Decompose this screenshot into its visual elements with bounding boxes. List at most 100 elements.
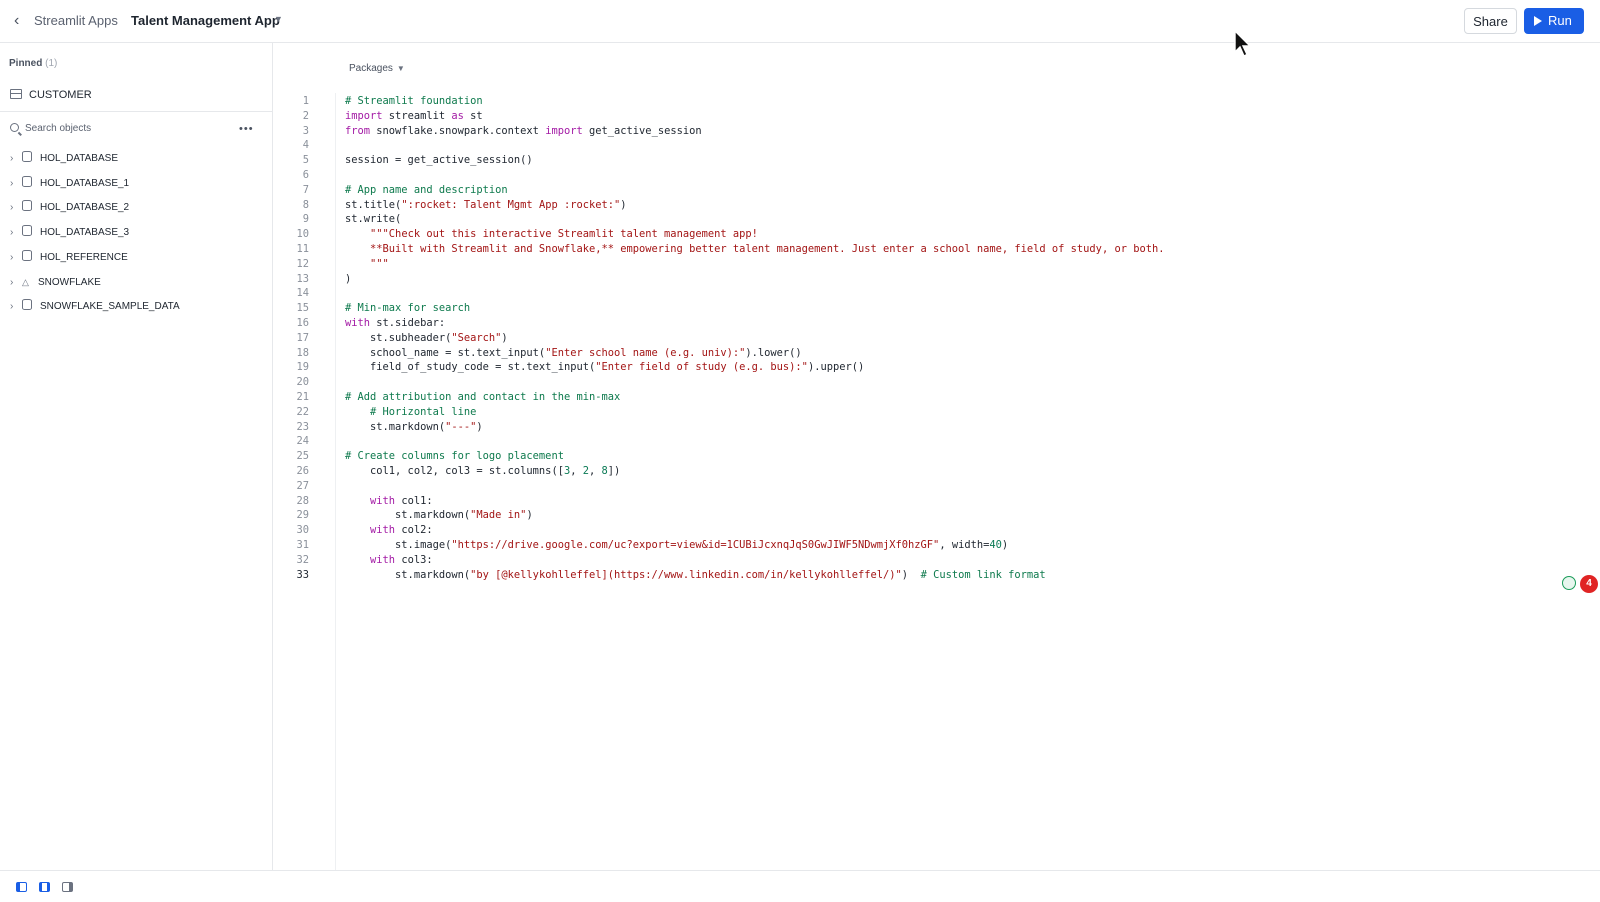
line-number: 33 bbox=[296, 568, 309, 581]
line-number: 3 bbox=[302, 124, 309, 137]
search-objects-input[interactable] bbox=[25, 123, 205, 134]
search-icon bbox=[10, 123, 19, 132]
more-options-icon[interactable]: ••• bbox=[239, 123, 254, 135]
code-line[interactable]: # App name and description bbox=[345, 184, 508, 196]
chevron-right-icon[interactable]: › bbox=[10, 151, 22, 167]
table-icon bbox=[10, 89, 22, 99]
line-number: 30 bbox=[296, 524, 309, 537]
app-title-dropdown-icon[interactable]: ▼ bbox=[274, 14, 283, 24]
packages-label: Packages bbox=[349, 63, 393, 74]
code-line[interactable]: # Horizontal line bbox=[345, 406, 476, 418]
chevron-right-icon[interactable]: › bbox=[10, 299, 22, 315]
chevron-right-icon[interactable]: › bbox=[10, 176, 22, 192]
issues-count-badge[interactable]: 4 bbox=[1580, 575, 1598, 593]
run-button[interactable]: Run bbox=[1524, 8, 1584, 34]
code-line[interactable]: with col3: bbox=[345, 554, 433, 566]
bottom-bar bbox=[0, 870, 1600, 902]
code-line[interactable]: col1, col2, col3 = st.columns([3, 2, 8]) bbox=[345, 465, 620, 477]
code-line[interactable]: **Built with Streamlit and Snowflake,** … bbox=[345, 243, 1164, 255]
line-number: 4 bbox=[302, 139, 309, 152]
tree-item-label: HOL_DATABASE bbox=[40, 153, 118, 164]
code-line[interactable]: field_of_study_code = st.text_input("Ent… bbox=[345, 361, 864, 373]
search-objects-row bbox=[10, 123, 260, 141]
tree-item-hol-reference[interactable]: › HOL_REFERENCE bbox=[10, 249, 265, 275]
code-line[interactable]: with col2: bbox=[345, 524, 433, 536]
tree-item-label: SNOWFLAKE bbox=[38, 277, 101, 289]
top-bar: ‹ Streamlit Apps Talent Management App ▼… bbox=[0, 0, 1600, 57]
code-line[interactable]: ) bbox=[345, 273, 351, 285]
code-line[interactable]: # Add attribution and contact in the min… bbox=[345, 391, 620, 403]
chevron-right-icon[interactable]: › bbox=[10, 275, 22, 291]
database-icon bbox=[22, 225, 32, 237]
tree-item-snowflake[interactable]: › △ SNOWFLAKE bbox=[10, 274, 265, 299]
database-icon bbox=[22, 249, 32, 261]
line-number: 17 bbox=[296, 331, 309, 344]
line-number: 13 bbox=[296, 272, 309, 285]
play-icon bbox=[1534, 16, 1542, 26]
tree-item-label: HOL_REFERENCE bbox=[40, 251, 128, 263]
sidebar-divider bbox=[0, 111, 272, 112]
code-line[interactable]: with col1: bbox=[345, 495, 433, 507]
code-line[interactable]: st.markdown("by [@kellykohlleffel](https… bbox=[345, 569, 1046, 581]
code-line[interactable]: st.subheader("Search") bbox=[345, 332, 508, 344]
database-icon bbox=[22, 200, 32, 212]
pinned-item-customer[interactable]: CUSTOMER bbox=[10, 89, 92, 101]
chevron-right-icon[interactable]: › bbox=[10, 200, 22, 216]
line-number: 26 bbox=[296, 465, 309, 477]
code-line[interactable]: from snowflake.snowpark.context import g… bbox=[345, 125, 702, 137]
share-button[interactable]: Share bbox=[1464, 8, 1517, 34]
pinned-label: Pinned bbox=[9, 58, 43, 69]
toggle-right-panel-icon[interactable] bbox=[62, 882, 73, 892]
tree-item-label: HOL_DATABASE_3 bbox=[40, 227, 130, 239]
code-line[interactable]: st.image("https://drive.google.com/uc?ex… bbox=[345, 539, 1008, 551]
tree-item-hol-database-3[interactable]: › HOL_DATABASE_3 bbox=[10, 225, 265, 250]
line-number: 29 bbox=[296, 509, 309, 522]
breadcrumb-streamlit-apps[interactable]: Streamlit Apps bbox=[34, 13, 118, 28]
code-line[interactable]: # Streamlit foundation bbox=[345, 95, 483, 107]
database-tree: › HOL_DATABASE › HOL_DATABASE_1 › HOL_DATAB… bbox=[10, 151, 265, 324]
database-icon bbox=[22, 175, 32, 187]
line-number: 8 bbox=[302, 198, 309, 211]
code-line[interactable]: import streamlit as st bbox=[345, 110, 483, 122]
editor-status-badges: 4 bbox=[1562, 575, 1598, 595]
tree-item-label: SNOWFLAKE_SAMPLE_DATA bbox=[40, 301, 180, 313]
code-line[interactable]: st.title(":rocket: Talent Mgmt App :rock… bbox=[345, 199, 627, 211]
code-line[interactable]: # Min-max for search bbox=[345, 302, 470, 314]
code-line[interactable]: session = get_active_session() bbox=[345, 154, 533, 166]
line-number: 10 bbox=[296, 228, 309, 241]
code-line[interactable]: """ bbox=[345, 258, 389, 270]
code-line[interactable]: # Create columns for logo placement bbox=[345, 450, 564, 462]
line-number: 11 bbox=[296, 243, 309, 255]
pinned-header: Pinned (1) bbox=[9, 58, 57, 69]
code-line[interactable]: with st.sidebar: bbox=[345, 317, 445, 329]
code-line[interactable]: st.write( bbox=[345, 213, 401, 225]
code-line[interactable]: school_name = st.text_input("Enter schoo… bbox=[345, 347, 802, 359]
app-title[interactable]: Talent Management App bbox=[131, 13, 280, 28]
line-number: 25 bbox=[296, 450, 309, 463]
tree-item-snowflake-sample-data[interactable]: › SNOWFLAKE_SAMPLE_DATA bbox=[10, 299, 265, 324]
line-number: 22 bbox=[296, 405, 309, 418]
pinned-count: (1) bbox=[45, 58, 58, 69]
object-explorer-sidebar: Pinned (1) CUSTOMER ••• › HOL_DATABASE › H… bbox=[0, 43, 273, 870]
assistant-bulb-icon[interactable] bbox=[1562, 576, 1576, 590]
line-number: 2 bbox=[302, 109, 309, 122]
line-number: 1 bbox=[302, 95, 309, 107]
line-number: 19 bbox=[296, 361, 309, 374]
line-number: 31 bbox=[296, 539, 309, 551]
database-icon bbox=[22, 151, 32, 162]
back-chevron-icon[interactable]: ‹ bbox=[14, 12, 30, 30]
code-line[interactable]: st.markdown("Made in") bbox=[345, 509, 533, 521]
tree-item-hol-database[interactable]: › HOL_DATABASE bbox=[10, 151, 265, 176]
code-line[interactable]: st.markdown("---") bbox=[345, 421, 483, 433]
line-number: 21 bbox=[296, 391, 309, 403]
tree-item-hol-database-2[interactable]: › HOL_DATABASE_2 bbox=[10, 200, 265, 225]
tree-item-hol-database-1[interactable]: › HOL_DATABASE_1 bbox=[10, 175, 265, 201]
code-line[interactable]: """Check out this interactive Streamlit … bbox=[345, 228, 758, 240]
toggle-split-view-icon[interactable] bbox=[39, 882, 50, 892]
packages-dropdown[interactable]: Packages ▼ bbox=[349, 63, 405, 74]
chevron-right-icon[interactable]: › bbox=[10, 250, 22, 266]
pinned-item-label: CUSTOMER bbox=[29, 89, 92, 101]
toggle-left-panel-icon[interactable] bbox=[16, 882, 27, 892]
gutter-divider bbox=[335, 93, 336, 870]
chevron-right-icon[interactable]: › bbox=[10, 225, 22, 241]
